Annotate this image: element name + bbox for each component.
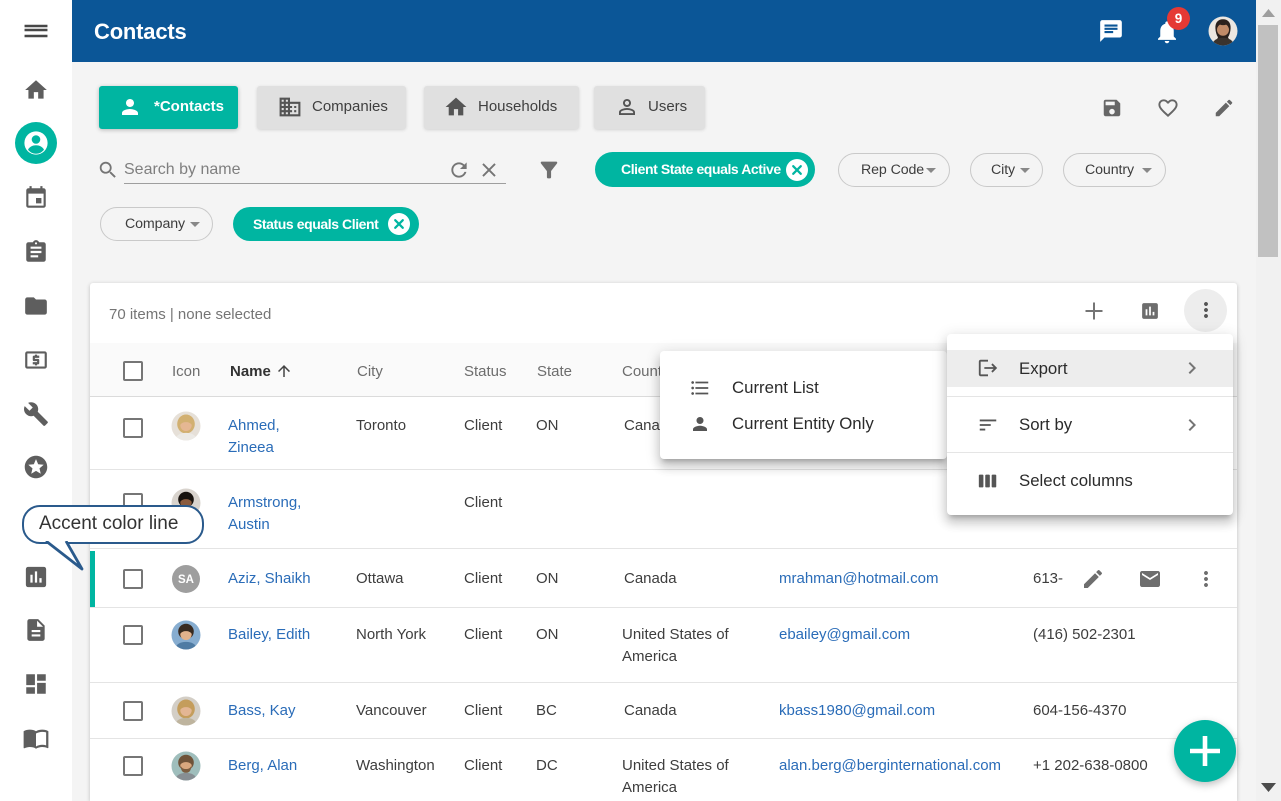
- svg-text:SA: SA: [178, 574, 194, 586]
